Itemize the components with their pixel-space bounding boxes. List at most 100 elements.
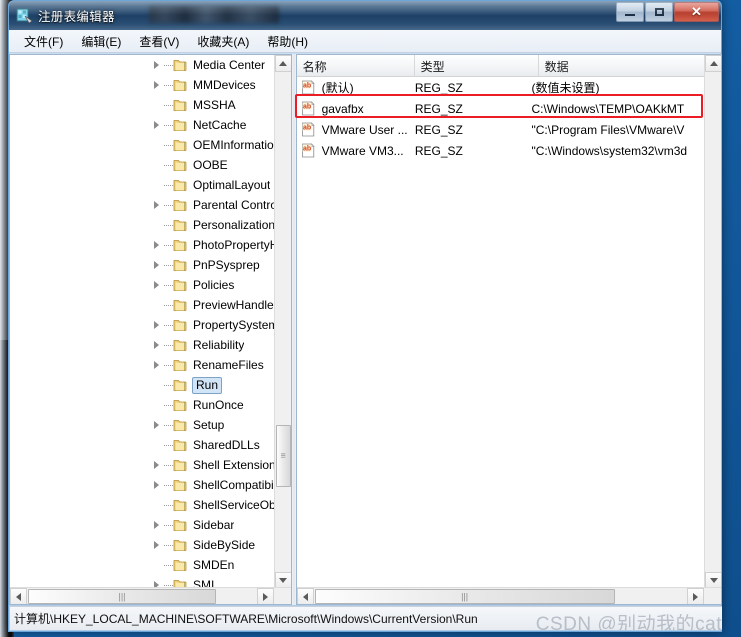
tree-node-parental-controls[interactable]: Parental Controls bbox=[10, 195, 276, 215]
expand-arrow-icon[interactable] bbox=[148, 55, 164, 75]
value-name: gavafbx bbox=[321, 101, 364, 116]
tree-scroll-thumb[interactable]: ≡ bbox=[275, 425, 291, 487]
tree-node-sidebar[interactable]: Sidebar bbox=[10, 515, 276, 535]
expand-arrow-icon[interactable] bbox=[148, 275, 164, 295]
list-scroll-up-button[interactable] bbox=[705, 55, 722, 72]
tree-node-photopropertyhar[interactable]: PhotoPropertyHar bbox=[10, 235, 276, 255]
minimize-icon bbox=[617, 3, 643, 21]
tree-node-label: NetCache bbox=[193, 118, 247, 132]
tree-node-smden[interactable]: SMDEn bbox=[10, 555, 276, 575]
list-horizontal-scrollbar[interactable]: ||| bbox=[296, 587, 722, 604]
tree-node-renamefiles[interactable]: RenameFiles bbox=[10, 355, 276, 375]
tree-node-oobe[interactable]: OOBE bbox=[10, 155, 276, 175]
tree-node-label: ShellCompatibility bbox=[193, 478, 276, 492]
tree-node-propertysystem[interactable]: PropertySystem bbox=[10, 315, 276, 335]
tree-horizontal-scrollbar[interactable]: ||| bbox=[10, 587, 291, 604]
tree-connector-line bbox=[164, 484, 173, 486]
tree-connector-line bbox=[164, 384, 173, 386]
folder-icon bbox=[173, 158, 189, 172]
chevron-right-icon bbox=[153, 361, 159, 369]
tree-scroll-left-button[interactable] bbox=[10, 588, 27, 604]
tree-node-shellserviceobjec[interactable]: ShellServiceObjec bbox=[10, 495, 276, 515]
registry-editor-icon bbox=[16, 7, 33, 24]
expand-arrow-icon[interactable] bbox=[148, 335, 164, 355]
menu-edit[interactable]: 编辑(E) bbox=[72, 31, 130, 52]
expand-arrow-icon[interactable] bbox=[148, 235, 164, 255]
value-name: VMware VM3... bbox=[321, 143, 404, 158]
title-bar[interactable]: 注册表编辑器 ✕ bbox=[9, 1, 721, 30]
tree-connector-line bbox=[164, 264, 173, 266]
tree-node-run[interactable]: Run bbox=[10, 375, 276, 395]
tree-node-shareddlls[interactable]: SharedDLLs bbox=[10, 435, 276, 455]
folder-icon bbox=[173, 478, 189, 492]
expand-arrow-icon[interactable] bbox=[148, 515, 164, 535]
expand-arrow-icon[interactable] bbox=[148, 115, 164, 135]
column-name[interactable]: 名称 bbox=[297, 55, 415, 77]
tree-node-mmdevices[interactable]: MMDevices bbox=[10, 75, 276, 95]
registry-value-row[interactable]: ab gavafbx REG_SZ C:\Windows\TEMP\OAKkMT bbox=[297, 98, 704, 119]
column-data[interactable]: 数据 bbox=[539, 55, 707, 77]
expand-arrow-icon[interactable] bbox=[148, 355, 164, 375]
tree-node-netcache[interactable]: NetCache bbox=[10, 115, 276, 135]
chevron-right-icon bbox=[262, 592, 268, 601]
tree-node-sidebyside[interactable]: SideBySide bbox=[10, 535, 276, 555]
registry-tree[interactable]: Media Center MMDevices MSSHA NetCache OEMInf… bbox=[10, 55, 276, 589]
chevron-right-icon bbox=[153, 461, 159, 469]
expand-arrow-icon[interactable] bbox=[148, 415, 164, 435]
tree-node-mssha[interactable]: MSSHA bbox=[10, 95, 276, 115]
registry-value-row[interactable]: ab VMware User ... REG_SZ "C:\Program Files… bbox=[297, 119, 704, 140]
tree-connector bbox=[148, 175, 164, 195]
menu-help[interactable]: 帮助(H) bbox=[258, 31, 317, 52]
tree-node-shell-extensions[interactable]: Shell Extensions bbox=[10, 455, 276, 475]
tree-node-personalization[interactable]: Personalization bbox=[10, 215, 276, 235]
registry-value-row[interactable]: ab VMware VM3... REG_SZ "C:\Windows\system3… bbox=[297, 140, 704, 161]
expand-arrow-icon[interactable] bbox=[148, 455, 164, 475]
expand-arrow-icon[interactable] bbox=[148, 475, 164, 495]
minimize-button[interactable] bbox=[616, 2, 644, 22]
scroll-grip-icon: ||| bbox=[461, 591, 469, 601]
registry-tree-pane: Media Center MMDevices MSSHA NetCache OEMInf… bbox=[9, 54, 292, 605]
tree-hscroll-thumb[interactable]: ||| bbox=[28, 589, 216, 604]
expand-arrow-icon[interactable] bbox=[148, 535, 164, 555]
tree-node-shellcompatibility[interactable]: ShellCompatibility bbox=[10, 475, 276, 495]
menu-file[interactable]: 文件(F) bbox=[15, 31, 72, 52]
tree-node-previewhandlers[interactable]: PreviewHandlers bbox=[10, 295, 276, 315]
expand-arrow-icon[interactable] bbox=[148, 315, 164, 335]
tree-node-label: Personalization bbox=[193, 218, 276, 232]
folder-icon bbox=[173, 318, 189, 332]
list-hscroll-thumb[interactable]: ||| bbox=[314, 589, 615, 604]
tree-scroll-up-button[interactable] bbox=[274, 55, 291, 72]
expand-arrow-icon[interactable] bbox=[148, 255, 164, 275]
chevron-down-icon bbox=[709, 578, 718, 583]
registry-values-list[interactable]: ab (默认) REG_SZ (数值未设置) ab gavafbx REG_SZ C:\Win… bbox=[297, 77, 704, 587]
tree-node-setup[interactable]: Setup bbox=[10, 415, 276, 435]
folder-icon bbox=[173, 398, 189, 412]
registry-editor-window: 注册表编辑器 ✕ 文件(F) 编辑(E) 查看(V) 收藏夹(A) 帮助(H) bbox=[8, 0, 723, 632]
tree-node-media-center[interactable]: Media Center bbox=[10, 55, 276, 75]
tree-node-label: SMDEn bbox=[193, 558, 235, 572]
list-scroll-left-button[interactable] bbox=[296, 588, 314, 604]
tree-node-optimallayout[interactable]: OptimalLayout bbox=[10, 175, 276, 195]
folder-icon bbox=[173, 498, 189, 512]
tree-node-oeminformation[interactable]: OEMInformation bbox=[10, 135, 276, 155]
tree-node-runonce[interactable]: RunOnce bbox=[10, 395, 276, 415]
maximize-button[interactable] bbox=[645, 2, 673, 22]
list-vertical-scrollbar[interactable] bbox=[704, 55, 722, 589]
chevron-left-icon bbox=[16, 592, 21, 601]
tree-connector bbox=[148, 155, 164, 175]
tree-node-reliability[interactable]: Reliability bbox=[10, 335, 276, 355]
tree-vertical-scrollbar[interactable]: ≡ bbox=[273, 55, 291, 589]
tree-scroll-right-button[interactable] bbox=[256, 588, 274, 604]
tree-node-pnpsysprep[interactable]: PnPSysprep bbox=[10, 255, 276, 275]
registry-value-row[interactable]: ab (默认) REG_SZ (数值未设置) bbox=[297, 77, 704, 98]
column-type[interactable]: 类型 bbox=[415, 55, 539, 77]
tree-connector-line bbox=[164, 64, 173, 66]
menu-favorites[interactable]: 收藏夹(A) bbox=[188, 31, 258, 52]
menu-view[interactable]: 查看(V) bbox=[130, 31, 188, 52]
expand-arrow-icon[interactable] bbox=[148, 195, 164, 215]
close-button[interactable]: ✕ bbox=[674, 2, 719, 22]
expand-arrow-icon[interactable] bbox=[148, 75, 164, 95]
tree-node-policies[interactable]: Policies bbox=[10, 275, 276, 295]
list-scroll-right-button[interactable] bbox=[687, 588, 705, 604]
chevron-right-icon bbox=[153, 521, 159, 529]
